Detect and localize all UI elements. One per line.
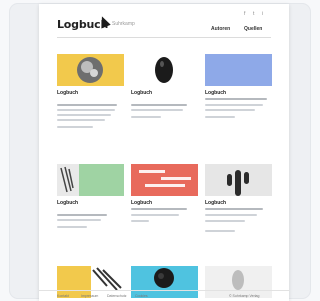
facebook-icon[interactable]: f xyxy=(244,11,245,17)
text-line xyxy=(57,114,111,116)
article-card[interactable] xyxy=(57,266,124,298)
sketch-image xyxy=(57,164,79,196)
text-line xyxy=(131,214,179,216)
article-card[interactable] xyxy=(205,266,272,298)
article-card[interactable] xyxy=(131,266,198,298)
article-thumbnail xyxy=(131,54,198,86)
cactus-image xyxy=(227,170,249,196)
article-card[interactable]: Logbuch xyxy=(131,164,198,254)
article-card[interactable]: Logbuch xyxy=(131,54,198,154)
footer-link[interactable]: Datenschutz xyxy=(107,294,126,298)
footer-link[interactable]: Kontakt xyxy=(57,294,69,298)
text-line xyxy=(205,109,255,111)
text-line xyxy=(57,119,105,121)
text-line xyxy=(205,104,263,106)
text-line xyxy=(205,116,235,118)
text-line xyxy=(57,214,107,216)
header-divider xyxy=(57,37,271,38)
text-line xyxy=(57,126,93,128)
article-card[interactable]: Logbuch xyxy=(205,54,272,154)
article-card[interactable]: Logbuch xyxy=(205,164,272,254)
text-line xyxy=(205,230,235,232)
text-line xyxy=(205,98,267,100)
text-line xyxy=(57,109,115,111)
article-thumbnail xyxy=(205,164,272,196)
site-footer: Kontakt Impressum Datenschutz Cookies © … xyxy=(39,290,289,301)
article-title[interactable]: Logbuch xyxy=(131,90,198,96)
nav-link-autoren[interactable]: Autoren xyxy=(211,26,230,32)
article-thumbnail xyxy=(57,164,124,196)
text-line xyxy=(205,220,245,222)
article-title[interactable]: Logbuch xyxy=(131,200,198,206)
article-title[interactable]: Logbuch xyxy=(205,90,272,96)
text-line xyxy=(205,208,263,210)
text-line xyxy=(131,104,187,106)
article-thumbnail xyxy=(57,54,124,86)
website-preview[interactable]: Logbuch Suhrkamp f t i Autoren Quellen L… xyxy=(39,4,289,301)
text-line xyxy=(57,226,87,228)
nav-link-quellen[interactable]: Quellen xyxy=(244,26,262,32)
article-title[interactable]: Logbuch xyxy=(57,90,124,96)
article-card[interactable]: Logbuch xyxy=(57,164,124,254)
article-thumbnail xyxy=(205,54,272,86)
text-line xyxy=(131,116,161,118)
blank-image xyxy=(205,54,272,86)
logo-subtitle: Suhrkamp xyxy=(112,21,135,27)
footer-link[interactable]: Cookies xyxy=(135,294,148,298)
footer-copyright: © Suhrkamp Verlag xyxy=(229,294,260,298)
black-blob-image xyxy=(155,57,173,83)
text-line xyxy=(131,220,149,222)
text-graphic-image xyxy=(139,170,191,187)
twitter-icon[interactable]: t xyxy=(253,11,254,17)
instagram-icon[interactable]: i xyxy=(262,11,263,17)
halftone-circle-image xyxy=(77,57,103,83)
text-line xyxy=(131,208,187,210)
article-card[interactable]: Logbuch xyxy=(57,54,124,154)
article-thumbnail xyxy=(131,164,198,196)
site-header: Logbuch Suhrkamp f t i Autoren Quellen xyxy=(39,4,289,40)
article-title[interactable]: Logbuch xyxy=(205,200,272,206)
article-title[interactable]: Logbuch xyxy=(57,200,124,206)
text-line xyxy=(57,219,101,221)
text-line xyxy=(131,109,183,111)
footer-link[interactable]: Impressum xyxy=(81,294,98,298)
text-line xyxy=(205,214,257,216)
text-line xyxy=(57,104,117,106)
